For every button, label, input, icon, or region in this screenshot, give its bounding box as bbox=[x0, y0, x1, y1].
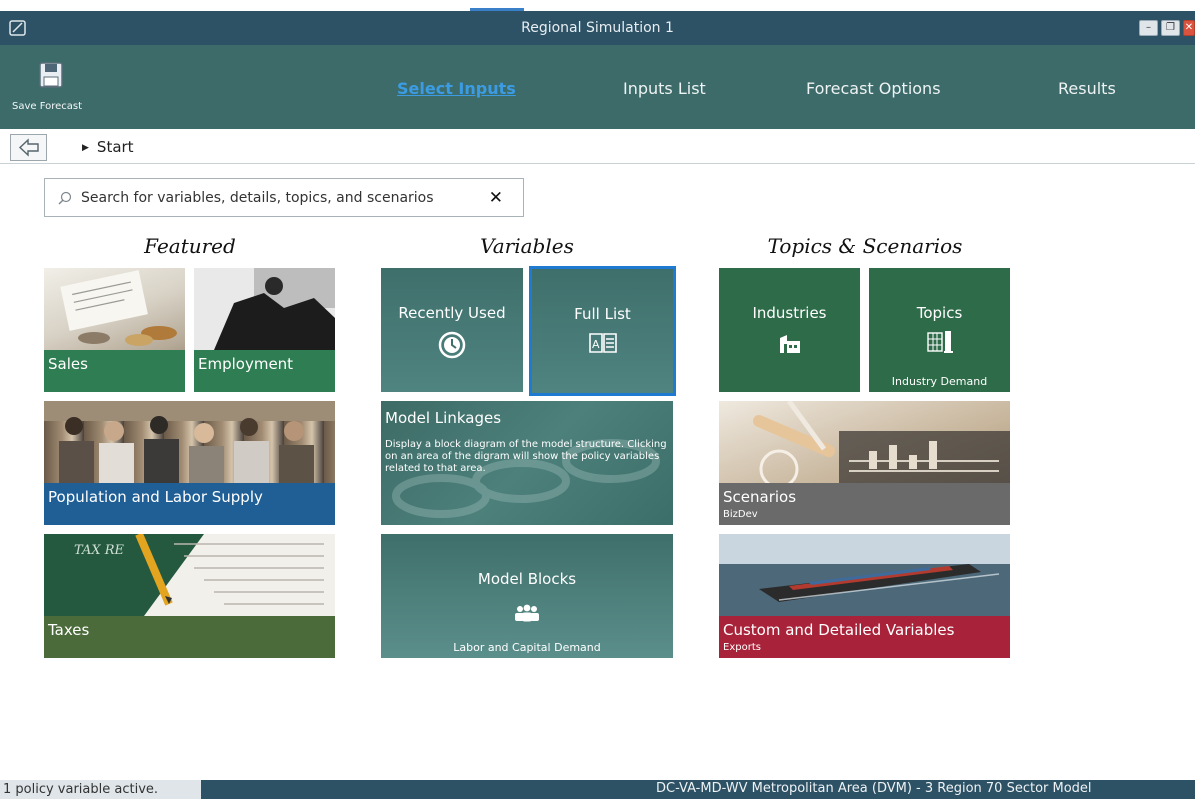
tile-custom-detailed[interactable]: Custom and Detailed Variables Exports bbox=[719, 534, 1010, 658]
title-accent bbox=[470, 8, 524, 11]
back-button[interactable] bbox=[10, 134, 47, 161]
tile-model-blocks-title: Model Blocks bbox=[477, 570, 577, 588]
tile-custom-label: Custom and Detailed Variables bbox=[723, 621, 955, 639]
tab-select-inputs[interactable]: Select Inputs bbox=[397, 79, 516, 98]
tile-full-list[interactable]: Full List A bbox=[529, 266, 676, 396]
status-bar: 1 policy variable active. DC-VA-MD-WV Me… bbox=[0, 780, 1195, 799]
breadcrumb-arrow-icon: ▶ bbox=[82, 143, 89, 153]
clock-icon bbox=[438, 331, 466, 359]
status-policy-count: 1 policy variable active. bbox=[0, 780, 201, 799]
book-icon: A bbox=[588, 333, 617, 353]
tile-scenarios-label: Scenarios bbox=[723, 488, 797, 506]
status-model-info: DC-VA-MD-WV Metropolitan Area (DVM) - 3 … bbox=[656, 781, 1092, 796]
window-controls: – ❐ ✕ bbox=[1139, 20, 1195, 36]
minimize-button[interactable]: – bbox=[1139, 20, 1158, 36]
tile-taxes[interactable]: TAX RE Taxes bbox=[44, 534, 335, 658]
tab-results[interactable]: Results bbox=[1058, 79, 1116, 98]
cargo-ship-photo bbox=[719, 534, 1010, 616]
tile-model-linkages-description: Display a block diagram of the model str… bbox=[385, 439, 667, 474]
tile-employment[interactable]: Employment bbox=[194, 268, 335, 392]
people-group-icon bbox=[515, 604, 539, 622]
taxes-photo: TAX RE bbox=[44, 534, 335, 616]
tile-model-blocks[interactable]: Model Blocks Labor and Capital Demand bbox=[381, 534, 673, 658]
tile-model-linkages[interactable]: Model Linkages Display a block diagram o… bbox=[381, 401, 673, 525]
employment-photo bbox=[194, 268, 335, 350]
scenarios-photo bbox=[753, 401, 1010, 483]
tile-industries[interactable]: Industries bbox=[719, 268, 860, 392]
ribbon: Save Forecast Select Inputs Inputs List … bbox=[0, 45, 1195, 129]
tile-population-label: Population and Labor Supply bbox=[48, 488, 263, 506]
tile-model-linkages-title: Model Linkages bbox=[385, 409, 502, 427]
tile-recently-used-label: Recently Used bbox=[398, 304, 506, 322]
section-featured-title: Featured bbox=[144, 234, 236, 258]
sales-photo bbox=[60, 270, 177, 346]
search-input[interactable] bbox=[81, 185, 481, 211]
svg-text:A: A bbox=[592, 338, 600, 351]
floppy-disk-icon bbox=[39, 62, 63, 88]
tile-industries-label: Industries bbox=[752, 304, 827, 322]
search-icon bbox=[58, 191, 72, 205]
search-box: ✕ bbox=[44, 178, 524, 217]
tile-taxes-label: Taxes bbox=[48, 621, 90, 639]
tile-sales-label: Sales bbox=[48, 355, 88, 373]
clear-search-icon[interactable]: ✕ bbox=[489, 188, 503, 208]
building-grid-icon bbox=[926, 331, 953, 353]
factory-icon bbox=[779, 335, 800, 353]
close-button[interactable]: ✕ bbox=[1183, 20, 1195, 36]
back-arrow-icon bbox=[18, 138, 39, 157]
population-photo bbox=[44, 401, 335, 483]
tile-topics-label: Topics bbox=[916, 304, 963, 322]
tile-topics-subtitle: Industry Demand bbox=[891, 375, 988, 388]
breadcrumb[interactable]: ▶ Start bbox=[82, 138, 134, 156]
save-forecast-label: Save Forecast bbox=[12, 101, 83, 112]
tab-inputs-list[interactable]: Inputs List bbox=[623, 79, 706, 98]
tile-full-list-label: Full List bbox=[574, 305, 631, 323]
tab-forecast-options[interactable]: Forecast Options bbox=[806, 79, 941, 98]
tile-topics[interactable]: Topics Industry Demand bbox=[869, 268, 1010, 392]
section-topics-title: Topics & Scenarios bbox=[767, 234, 963, 258]
breadcrumb-bar: ▶ Start bbox=[0, 131, 1195, 164]
restore-button[interactable]: ❐ bbox=[1161, 20, 1180, 36]
tile-population[interactable]: Population and Labor Supply bbox=[44, 401, 335, 525]
tile-employment-label: Employment bbox=[198, 355, 294, 373]
tile-recently-used[interactable]: Recently Used bbox=[381, 268, 523, 392]
section-variables-title: Variables bbox=[480, 234, 574, 258]
tile-model-blocks-subtitle: Labor and Capital Demand bbox=[453, 641, 601, 654]
window-title: Regional Simulation 1 bbox=[521, 20, 674, 36]
tile-custom-subtitle: Exports bbox=[723, 642, 761, 653]
title-bar: Regional Simulation 1 – ❐ ✕ bbox=[0, 8, 1195, 45]
breadcrumb-current: Start bbox=[96, 138, 134, 156]
tile-scenarios-subtitle: BizDev bbox=[723, 509, 758, 520]
tile-sales[interactable]: Sales bbox=[44, 268, 185, 392]
tile-scenarios[interactable]: Scenarios BizDev bbox=[719, 401, 1010, 525]
svg-text:TAX RE: TAX RE bbox=[74, 543, 125, 558]
